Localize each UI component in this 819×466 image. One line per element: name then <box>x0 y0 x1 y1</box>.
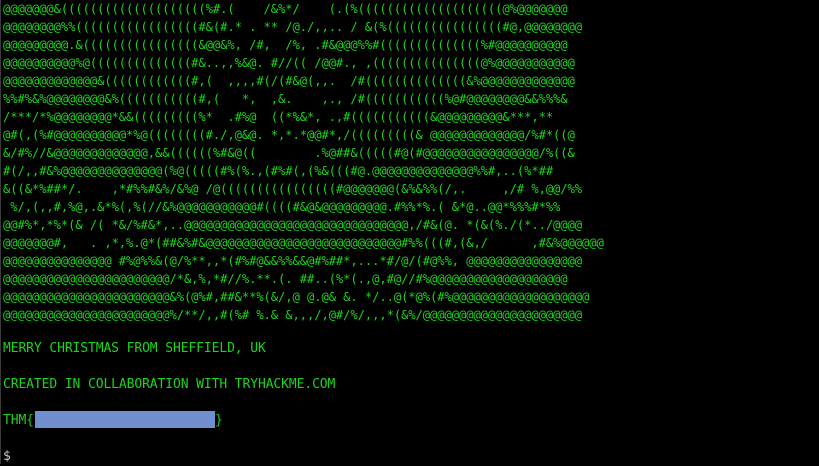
redacted-flag <box>35 411 215 428</box>
window-border <box>0 0 1 464</box>
flag-suffix: } <box>215 413 223 428</box>
ascii-art: @@@@@@@&((((((((((((((((((((%#.( /&%*/ (… <box>3 2 604 322</box>
collaboration-message: CREATED IN COLLABORATION WITH TRYHACKME.… <box>3 377 336 392</box>
shell-prompt[interactable]: $ <box>3 448 11 466</box>
terminal-window[interactable]: @@@@@@@&((((((((((((((((((((%#.( /&%*/ (… <box>0 0 819 464</box>
flag-prefix: THM{ <box>3 413 34 428</box>
christmas-message: MERRY CHRISTMAS FROM SHEFFIELD, UK <box>3 341 266 356</box>
